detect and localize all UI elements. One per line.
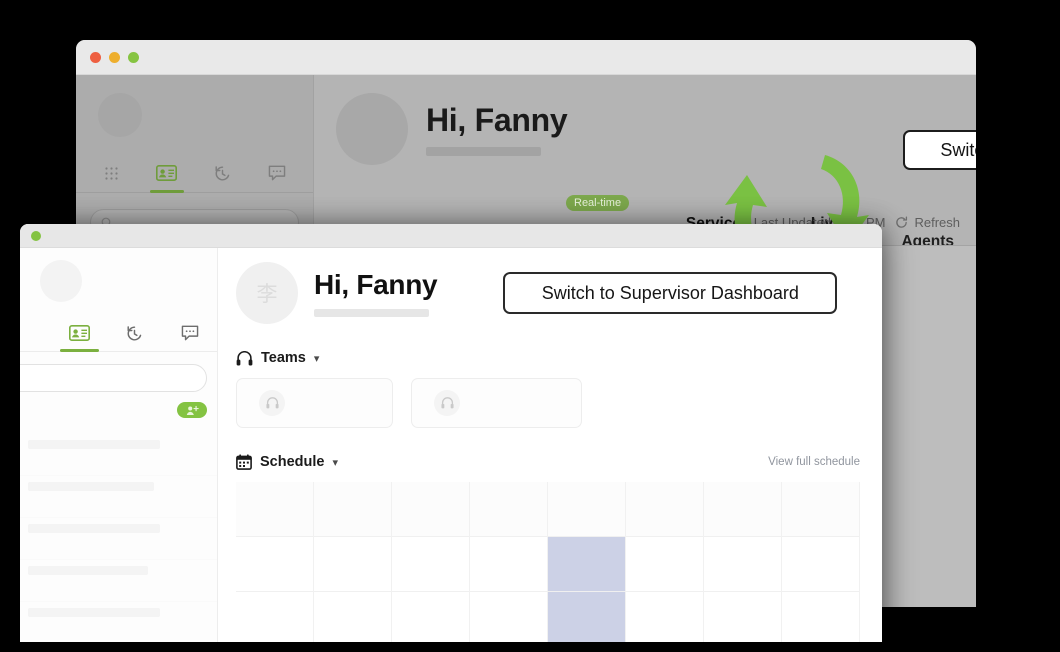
list-item[interactable] <box>20 434 217 476</box>
screenshot-stage: Hi, Fanny Switch to Agent Dashboard Real… <box>0 0 1060 652</box>
schedule-cell[interactable] <box>704 592 782 642</box>
back-header: Hi, Fanny <box>314 93 976 165</box>
teams-title: Teams <box>261 350 306 366</box>
schedule-cell[interactable] <box>626 537 704 592</box>
contact-skeleton-list <box>20 434 217 642</box>
schedule-cell[interactable] <box>392 592 470 642</box>
front-subtitle-placeholder <box>314 309 429 317</box>
back-window-titlebar <box>76 40 976 75</box>
front-search-input[interactable] <box>20 364 207 392</box>
front-main-area: 李 Hi, Fanny Switch to Supervisor Dashboa… <box>218 248 882 642</box>
back-tab-history[interactable] <box>202 154 242 192</box>
schedule-cell-highlighted[interactable] <box>548 592 626 642</box>
headset-icon <box>236 350 253 365</box>
realtime-badge: Real-time <box>566 195 630 211</box>
schedule-cell[interactable] <box>470 592 548 642</box>
schedule-cell[interactable] <box>704 537 782 592</box>
team-avatar <box>259 390 285 416</box>
schedule-cell[interactable] <box>470 482 548 537</box>
front-greeting: Hi, Fanny <box>314 269 438 300</box>
chevron-down-icon[interactable]: ▾ <box>332 456 338 469</box>
back-tab-contacts[interactable] <box>147 154 187 193</box>
headset-icon <box>265 397 279 409</box>
back-sidebar-avatar[interactable] <box>98 93 142 137</box>
add-contact-icon <box>186 405 199 415</box>
teams-section-header: Teams ▾ <box>236 350 860 366</box>
schedule-cell[interactable] <box>470 537 548 592</box>
schedule-cell[interactable] <box>236 537 314 592</box>
schedule-cell[interactable] <box>314 482 392 537</box>
view-full-schedule-link[interactable]: View full schedule <box>768 456 860 468</box>
front-tab-history[interactable] <box>107 315 162 351</box>
close-button[interactable] <box>90 51 101 63</box>
refresh-label[interactable]: Refresh <box>914 215 960 230</box>
front-tab-contacts[interactable] <box>52 315 107 352</box>
schedule-cell[interactable] <box>314 592 392 642</box>
front-add-contact-button[interactable] <box>177 402 207 418</box>
headset-icon <box>440 397 454 409</box>
front-window-titlebar <box>20 224 882 248</box>
dialpad-icon <box>105 166 118 180</box>
contact-card-icon <box>69 325 90 341</box>
back-sidebar-tabs <box>76 151 313 193</box>
front-tab-chat[interactable] <box>162 315 217 351</box>
schedule-cell[interactable] <box>782 592 860 642</box>
contact-card-icon <box>156 165 178 181</box>
schedule-cell[interactable] <box>626 482 704 537</box>
list-item[interactable] <box>20 518 217 560</box>
schedule-cell[interactable] <box>782 537 860 592</box>
front-sidebar-avatar[interactable] <box>40 260 82 302</box>
call-history-icon <box>127 325 142 341</box>
switch-to-supervisor-dashboard-button[interactable]: Switch to Supervisor Dashboard <box>503 272 838 314</box>
schedule-cell[interactable] <box>626 592 704 642</box>
chevron-down-icon[interactable]: ▾ <box>314 352 320 365</box>
agent-dashboard-window[interactable]: 李 Hi, Fanny Switch to Supervisor Dashboa… <box>20 224 882 642</box>
maximize-button[interactable] <box>128 51 139 63</box>
list-item[interactable] <box>20 602 217 642</box>
team-card-list <box>236 378 860 428</box>
back-tab-chat[interactable] <box>257 154 297 192</box>
back-subtitle-placeholder <box>426 147 541 156</box>
chat-bubble-icon <box>181 325 198 341</box>
schedule-title: Schedule <box>260 454 325 470</box>
front-header: 李 Hi, Fanny Switch to Supervisor Dashboa… <box>236 262 860 324</box>
front-window-status-dot[interactable] <box>31 230 41 241</box>
schedule-cell[interactable] <box>314 537 392 592</box>
list-item[interactable] <box>20 476 217 518</box>
front-sidebar <box>20 248 218 642</box>
schedule-cell[interactable] <box>392 537 470 592</box>
back-user-avatar[interactable] <box>336 93 408 165</box>
schedule-grid <box>236 482 860 642</box>
schedule-cell[interactable] <box>236 482 314 537</box>
schedule-cell[interactable] <box>236 592 314 642</box>
front-window-body: 李 Hi, Fanny Switch to Supervisor Dashboa… <box>20 248 882 642</box>
team-card[interactable] <box>236 378 393 428</box>
calendar-icon <box>236 454 252 470</box>
call-history-icon <box>215 165 229 181</box>
list-item[interactable] <box>20 560 217 602</box>
avatar[interactable]: 李 <box>236 262 298 324</box>
refresh-icon[interactable] <box>895 216 908 229</box>
schedule-section-header: Schedule ▾ View full schedule <box>236 454 860 470</box>
team-avatar <box>434 390 460 416</box>
switch-to-agent-dashboard-button[interactable]: Switch to Agent Dashboard <box>903 130 976 170</box>
back-greeting: Hi, Fanny <box>426 102 568 138</box>
schedule-cell[interactable] <box>704 482 782 537</box>
schedule-cell[interactable] <box>548 482 626 537</box>
back-tab-dialpad[interactable] <box>92 154 132 192</box>
schedule-cell[interactable] <box>392 482 470 537</box>
team-card[interactable] <box>411 378 582 428</box>
schedule-cell-highlighted[interactable] <box>548 537 626 592</box>
schedule-cell[interactable] <box>782 482 860 537</box>
chat-bubble-icon <box>269 165 286 181</box>
minimize-button[interactable] <box>109 51 120 63</box>
front-sidebar-tabs <box>20 314 217 352</box>
